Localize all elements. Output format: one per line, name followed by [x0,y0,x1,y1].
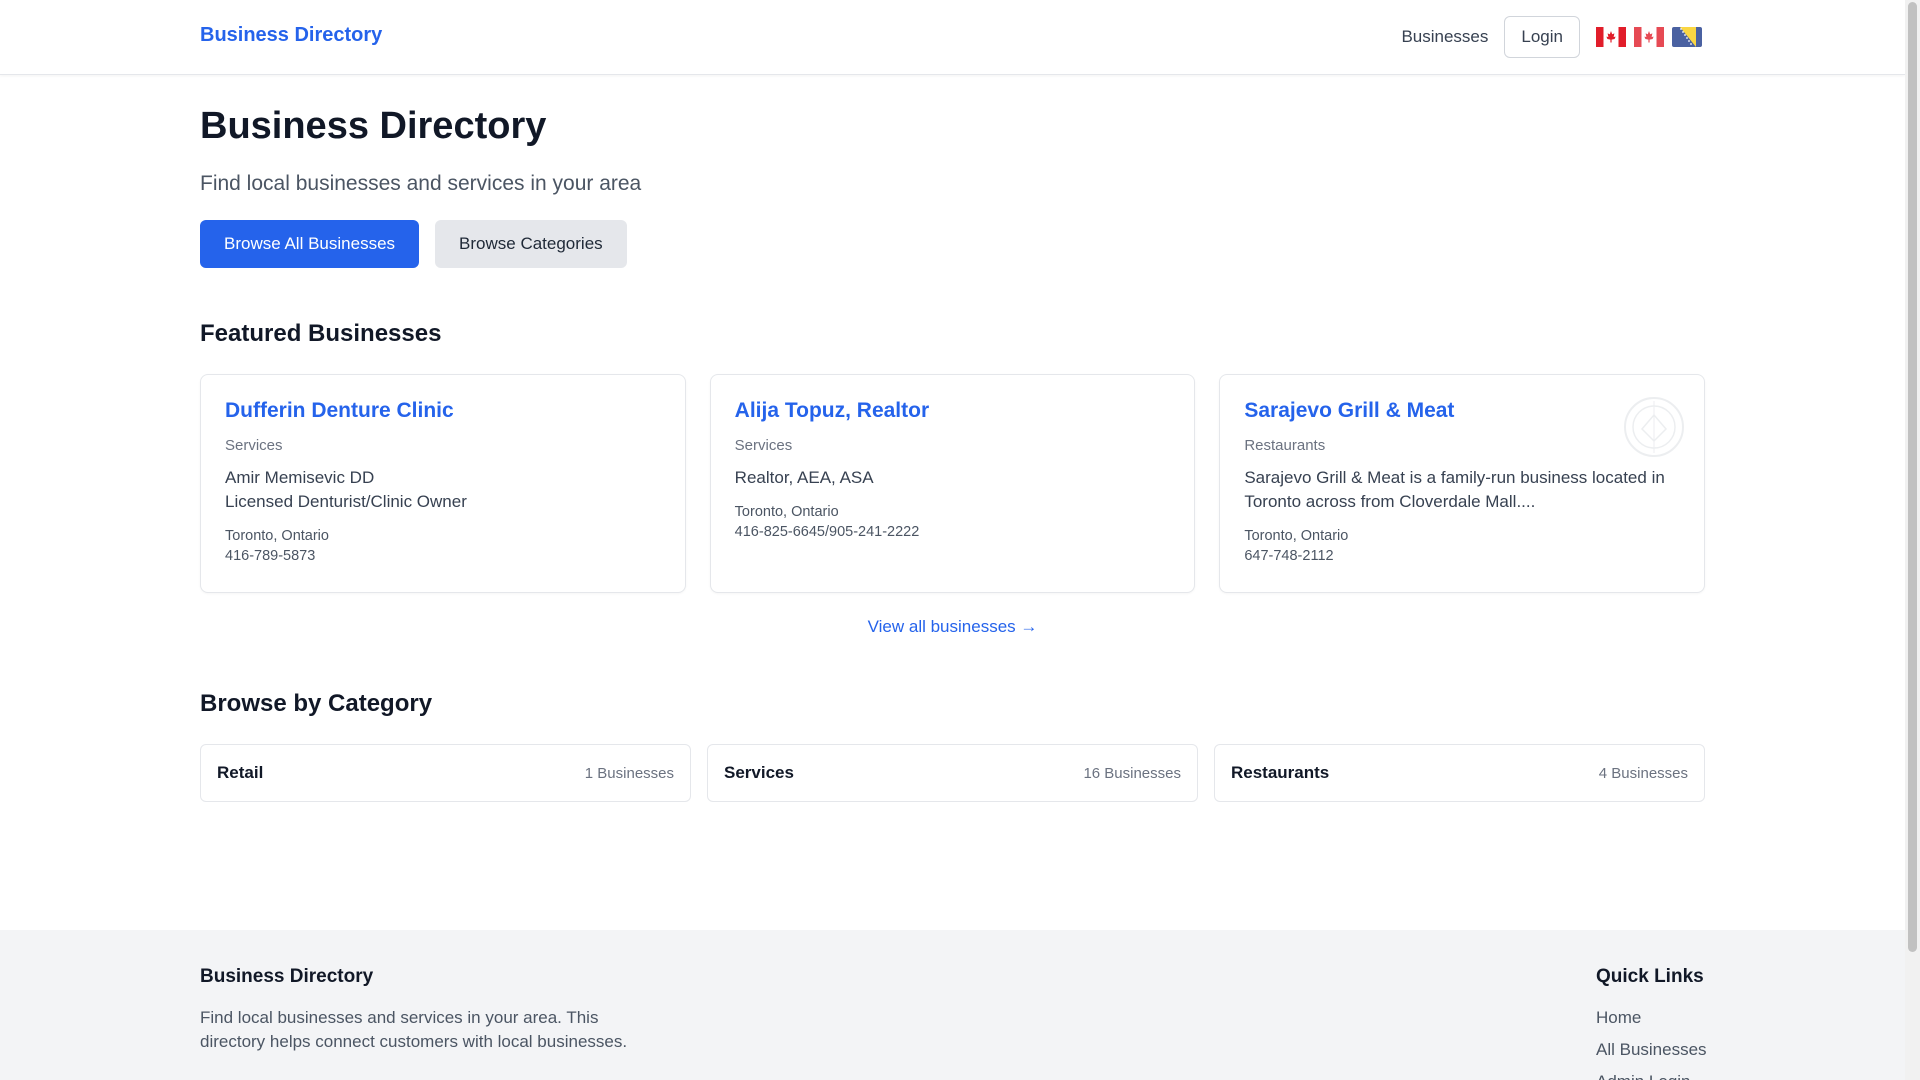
hero-section: Business Directory Find local businesses… [200,104,1705,268]
business-phone: 647-748-2112 [1244,548,1334,564]
brand-logo-link[interactable]: Business Directory [200,24,382,47]
browse-all-businesses-button[interactable]: Browse All Businesses [200,220,420,268]
business-description: Realtor, AEA, ASA [735,466,1171,490]
site-footer: Business Directory Find local businesses… [0,930,1905,1080]
footer-link-all-businesses[interactable]: All Businesses [1596,1040,1707,1060]
canada-flag-icon[interactable] [1634,27,1664,47]
category-name: Services [724,763,794,782]
canada-flag-icon[interactable] [1596,27,1626,47]
site-header: Business Directory Businesses Login [0,0,1905,75]
category-name: Restaurants [1231,763,1330,782]
business-name-link[interactable]: Dufferin Denture Clinic [225,399,454,422]
footer-link-home[interactable]: Home [1596,1008,1707,1028]
category-count: 1 Businesses [584,764,674,782]
business-location: Toronto, Ontario [734,504,839,520]
business-contact: Toronto, Ontario 416-825-6645/905-241-22… [735,502,1171,542]
footer-quick-links: Quick Links Home All Businesses Admin Lo… [1596,966,1707,1080]
scrollbar-thumb[interactable] [1908,2,1917,952]
categories-section-title: Browse by Category [200,690,433,717]
business-card[interactable]: Sarajevo Grill & Meat Restaurants Saraje… [1219,374,1706,593]
business-description-line: Realtor, AEA, ASA [734,468,874,487]
page: Business Directory Businesses Login Busi… [0,0,1905,1080]
business-contact: Toronto, Ontario 416-789-5873 [225,526,661,566]
top-nav: Businesses Login [1401,16,1702,58]
featured-cards: Dufferin Denture Clinic Services Amir Me… [200,374,1706,593]
footer-link-admin-login[interactable]: Admin Login [1596,1072,1707,1080]
category-count: 16 Businesses [1083,764,1181,782]
page-title: Business Directory [200,105,547,147]
business-contact: Toronto, Ontario 647-748-2112 [1244,526,1680,566]
view-all-businesses-link[interactable]: View all businesses → [0,617,1905,637]
featured-section-title: Featured Businesses [200,320,442,347]
category-count: 4 Businesses [1598,764,1688,782]
business-description-line: Licensed Denturist/Clinic Owner [225,492,467,511]
business-location: Toronto, Ontario [225,528,329,544]
business-category: Services [734,437,793,454]
business-phone: 416-789-5873 [225,548,316,564]
business-card[interactable]: Dufferin Denture Clinic Services Amir Me… [200,374,686,593]
category-card-retail[interactable]: Retail 1 Businesses [200,744,691,802]
business-name-link[interactable]: Alija Topuz, Realtor [735,399,929,422]
quick-links-title: Quick Links [1596,966,1704,987]
login-button[interactable]: Login [1504,16,1580,58]
language-switcher [1596,27,1702,47]
hero-subtitle: Find local businesses and services in yo… [200,172,642,195]
business-category: Restaurants [1244,437,1326,454]
business-name-link[interactable]: Sarajevo Grill & Meat [1244,399,1454,422]
bosnia-flag-icon[interactable] [1672,27,1702,47]
business-location: Toronto, Ontario [1244,528,1349,544]
category-card-restaurants[interactable]: Restaurants 4 Businesses [1214,744,1705,802]
browse-categories-button[interactable]: Browse Categories [435,220,627,268]
category-grid: Retail 1 Businesses Services 16 Business… [200,744,1705,802]
business-description-line: Amir Memisevic DD [225,468,375,487]
vertical-scrollbar[interactable] [1905,0,1920,1080]
nav-businesses-link[interactable]: Businesses [1401,27,1488,47]
footer-brand: Business Directory [200,966,374,987]
category-card-services[interactable]: Services 16 Businesses [707,744,1198,802]
business-description: Sarajevo Grill & Meat is a family-run bu… [1244,468,1665,511]
footer-description: Find local businesses and services in yo… [200,1008,628,1051]
business-card[interactable]: Alija Topuz, Realtor Services Realtor, A… [709,374,1196,593]
category-name: Retail [217,763,264,782]
restaurant-logo-icon [1624,397,1685,457]
business-phone: 416-825-6645/905-241-2222 [734,524,920,540]
hero-actions: Browse All Businesses Browse Categories [200,220,1705,268]
business-category: Services [225,437,283,454]
business-description: Amir Memisevic DD Licensed Denturist/Cli… [225,466,661,514]
